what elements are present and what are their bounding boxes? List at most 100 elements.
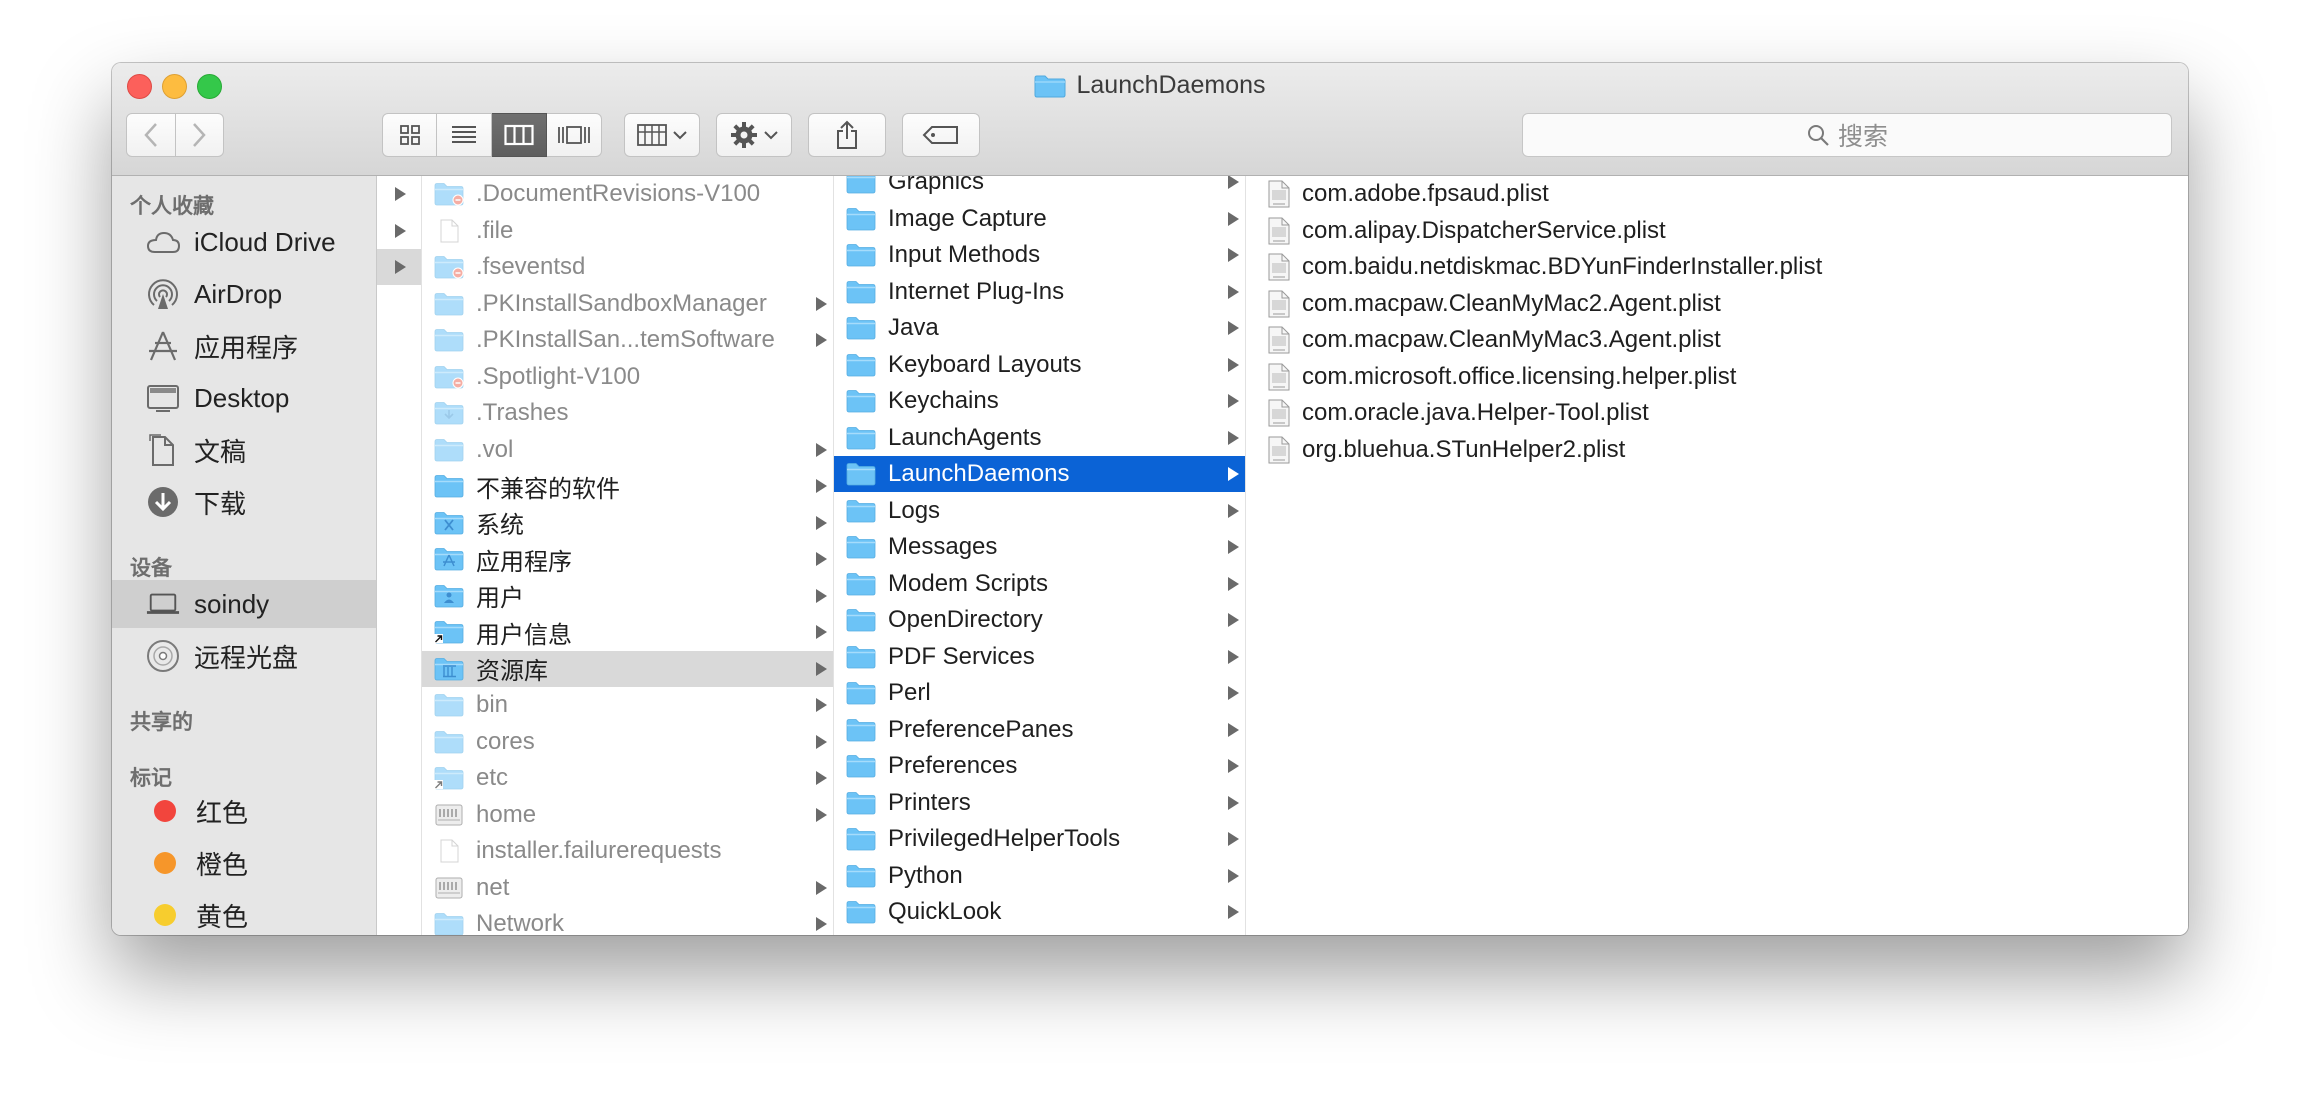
file-row-label: 系统 [476,512,524,539]
sidebar-tag-red[interactable]: 红色 [112,787,376,835]
share-button[interactable] [808,113,886,157]
parent-column[interactable] [377,176,422,935]
column-root[interactable]: .DocumentRevisions-V100 .file .fseventsd .P… [422,176,834,935]
file-row-input-methods[interactable]: Input Methods [834,237,1245,273]
file-row-privilegedhelpertools[interactable]: PrivilegedHelperTools [834,821,1245,857]
file-row-com-alipay-dispatcherservice-plist[interactable]: com.alipay.DispatcherService.plist [1246,213,2188,249]
action-button[interactable] [716,113,792,157]
file-row-item[interactable]: 系统 [422,505,833,541]
file-row-keychains[interactable]: Keychains [834,383,1245,419]
file-row-cores[interactable]: cores [422,724,833,760]
folder-icon [846,176,888,194]
sidebar-item-label: soindy [194,588,270,619]
column-view-button[interactable] [492,113,547,157]
sidebar-item-remote-disc[interactable]: 远程光盘 [112,632,376,680]
file-row-printers[interactable]: Printers [834,785,1245,821]
file-row-preferences[interactable]: Preferences [834,748,1245,784]
disclosure-arrow-icon [816,552,827,566]
gallery-view-button[interactable] [547,113,602,157]
file-row-keyboard-layouts[interactable]: Keyboard Layouts [834,347,1245,383]
list-icon [452,126,476,143]
file-row-item[interactable]: 不兼容的软件 [422,468,833,504]
file-row-item[interactable]: 用户信息 [422,614,833,650]
file-row-etc[interactable]: etc [422,760,833,796]
file-row-net[interactable]: net [422,870,833,906]
folder-icon [846,754,888,778]
file-row-com-adobe-fpsaud-plist[interactable]: com.adobe.fpsaud.plist [1246,176,2188,212]
disclosure-arrow-icon [1228,868,1239,883]
sidebar-tag-orange[interactable]: 橙色 [112,839,376,887]
chevron-down-icon [764,131,778,140]
icon-view-button[interactable] [382,113,437,157]
sidebar-item-airdrop[interactable]: AirDrop [112,270,376,318]
file-row-home[interactable]: home [422,797,833,833]
file-row-preferencepanes[interactable]: PreferencePanes [834,712,1245,748]
file-row-label: Image Capture [888,204,1047,232]
list-view-button[interactable] [437,113,492,157]
sidebar-item-icloud-drive[interactable]: iCloud Drive [112,218,376,266]
file-row-label: .vol [476,435,514,463]
plist-file-icon [1268,399,1302,427]
file-row-fseventsd[interactable]: .fseventsd [422,249,833,285]
sidebar-item-soindy[interactable]: soindy [112,580,376,628]
search-field[interactable]: 搜索 [1522,113,2172,157]
sidebar-item-downloads[interactable]: 下载 [112,478,376,526]
file-row-python[interactable]: Python [834,858,1245,894]
file-row-quicktime[interactable]: QuickTime [834,931,1245,936]
parent-column-row[interactable] [377,249,421,285]
file-row-com-microsoft-office-licensing-helper-plist[interactable]: com.microsoft.office.licensing.helper.pl… [1246,359,2188,395]
folder-icon [434,438,476,462]
file-row-vol[interactable]: .vol [422,432,833,468]
file-row-trashes[interactable]: .Trashes [422,395,833,431]
file-row-image-capture[interactable]: Image Capture [834,201,1245,237]
laptop-icon [146,587,180,621]
chevron-left-icon [144,123,157,147]
column-launchdaemons[interactable]: com.adobe.fpsaud.plist com.alipay.Dispatc… [1246,176,2188,935]
file-row-graphics[interactable]: Graphics [834,176,1245,200]
tag-button[interactable] [902,113,980,157]
disclosure-arrow-icon [816,698,827,712]
disclosure-arrow-icon [1228,176,1239,189]
file-row-com-oracle-java-helper-tool-plist[interactable]: com.oracle.java.Helper-Tool.plist [1246,395,2188,431]
sidebar-item-desktop[interactable]: Desktop [112,374,376,422]
file-row-org-bluehua-stunhelper2-plist[interactable]: org.bluehua.STunHelper2.plist [1246,432,2188,468]
server-icon [434,876,476,900]
disclosure-arrow-icon [1228,576,1239,591]
file-row-spotlight-v100[interactable]: .Spotlight-V100 [422,359,833,395]
file-row-installer-failurerequests[interactable]: installer.failurerequests [422,833,833,869]
file-row-item[interactable]: 资源库 [422,650,833,687]
file-row-com-baidu-netdiskmac-bdyunfinderinstaller-plist[interactable]: com.baidu.netdiskmac.BDYunFinderInstalle… [1246,249,2188,285]
column-library[interactable]: Graphics Image Capture Input Methods Intern… [834,176,1246,935]
file-row-com-macpaw-cleanmymac3-agent-plist[interactable]: com.macpaw.CleanMyMac3.Agent.plist [1246,322,2188,358]
sidebar-tag-yellow[interactable]: 黄色 [112,891,376,935]
parent-column-row[interactable] [377,213,421,249]
file-row-messages[interactable]: Messages [834,529,1245,565]
sidebar-item-documents[interactable]: 文稿 [112,426,376,474]
file-row-pkinstallsan-temsoftware[interactable]: .PKInstallSan...temSoftware [422,322,833,358]
file-row-file[interactable]: .file [422,213,833,249]
file-row-pkinstallsandboxmanager[interactable]: .PKInstallSandboxManager [422,286,833,322]
file-row-label: etc [476,764,509,791]
file-row-bin[interactable]: bin [422,687,833,723]
file-row-opendirectory[interactable]: OpenDirectory [834,602,1245,638]
sidebar-item-applications[interactable]: 应用程序 [112,322,376,370]
file-row-documentrevisions-v100[interactable]: .DocumentRevisions-V100 [422,176,833,212]
file-row-perl[interactable]: Perl [834,675,1245,711]
disclosure-arrow-icon [1228,394,1239,408]
file-row-logs[interactable]: Logs [834,493,1245,529]
file-row-quicklook[interactable]: QuickLook [834,894,1245,930]
arrange-button[interactable] [624,113,700,157]
file-row-launchagents[interactable]: LaunchAgents [834,420,1245,456]
file-row-launchdaemons[interactable]: LaunchDaemons [834,456,1245,492]
file-row-modem-scripts[interactable]: Modem Scripts [834,566,1245,602]
back-button[interactable] [127,114,176,156]
parent-column-row[interactable] [377,176,421,212]
file-row-item[interactable]: 应用程序 [422,541,833,577]
file-row-network[interactable]: Network [422,906,833,935]
file-row-com-macpaw-cleanmymac2-agent-plist[interactable]: com.macpaw.CleanMyMac2.Agent.plist [1246,286,2188,322]
file-row-internet-plug-ins[interactable]: Internet Plug-Ins [834,274,1245,310]
file-row-item[interactable]: 用户 [422,578,833,614]
file-row-pdf-services[interactable]: PDF Services [834,639,1245,675]
forward-button[interactable] [176,114,224,156]
file-row-java[interactable]: Java [834,310,1245,346]
